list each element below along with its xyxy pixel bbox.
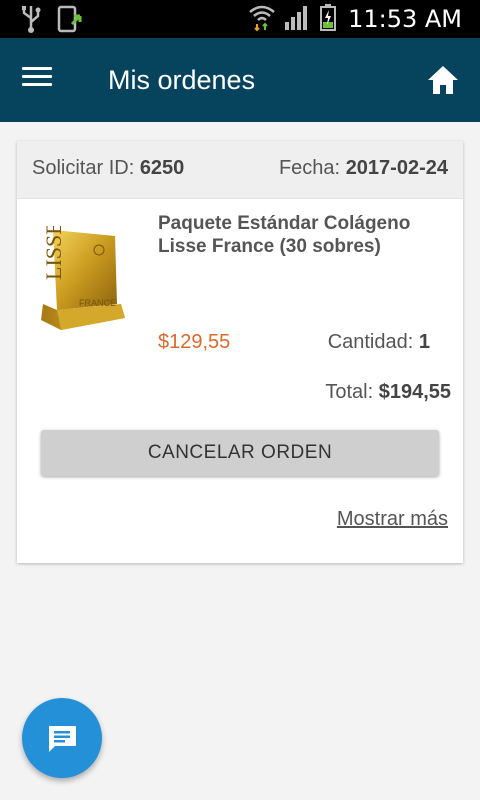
wifi-icon bbox=[248, 2, 276, 37]
status-time: 11:53 AM bbox=[348, 5, 462, 33]
total-label: Total: bbox=[325, 381, 374, 403]
device-sync-icon bbox=[56, 4, 86, 39]
home-icon[interactable] bbox=[426, 64, 460, 96]
order-id: Solicitar ID: 6250 bbox=[32, 157, 184, 180]
chat-icon bbox=[49, 726, 76, 752]
status-bar: 11:53 AM bbox=[0, 0, 480, 38]
page-title: Mis ordenes bbox=[108, 65, 256, 95]
hamburger-menu-icon[interactable] bbox=[22, 62, 62, 98]
quantity-value: 1 bbox=[418, 331, 430, 353]
order-date-value: 2017-02-24 bbox=[345, 157, 448, 179]
order-id-label: Solicitar ID: bbox=[32, 157, 135, 179]
battery-charging-icon bbox=[318, 2, 338, 37]
app-bar: Mis ordenes bbox=[0, 38, 480, 122]
order-total: Total: $194,55 bbox=[325, 381, 451, 404]
total-value: $194,55 bbox=[378, 381, 451, 403]
usb-icon bbox=[20, 4, 42, 39]
product-name: Paquete Estándar Colágeno Lisse France (… bbox=[158, 213, 411, 257]
product-price: $129,55 bbox=[158, 331, 231, 353]
product-image-country: FRANCE bbox=[79, 298, 116, 308]
show-more-link[interactable]: Mostrar más bbox=[337, 508, 448, 531]
cancel-order-button[interactable]: CANCELAR ORDEN bbox=[41, 430, 439, 476]
product-image-brand: LISSE bbox=[41, 226, 66, 280]
order-header: Solicitar ID: 6250 Fecha: 2017-02-24 bbox=[17, 141, 463, 199]
chat-button[interactable] bbox=[22, 698, 102, 778]
order-card: Solicitar ID: 6250 Fecha: 2017-02-24 LIS… bbox=[17, 141, 463, 563]
product-image: LISSE FRANCE bbox=[39, 221, 129, 338]
order-date: Fecha: 2017-02-24 bbox=[279, 157, 448, 180]
signal-icon bbox=[282, 2, 312, 37]
order-id-value: 6250 bbox=[139, 157, 185, 179]
order-date-label: Fecha: bbox=[278, 157, 341, 179]
quantity: Cantidad: 1 bbox=[328, 331, 430, 354]
quantity-label: Cantidad: bbox=[327, 331, 414, 353]
